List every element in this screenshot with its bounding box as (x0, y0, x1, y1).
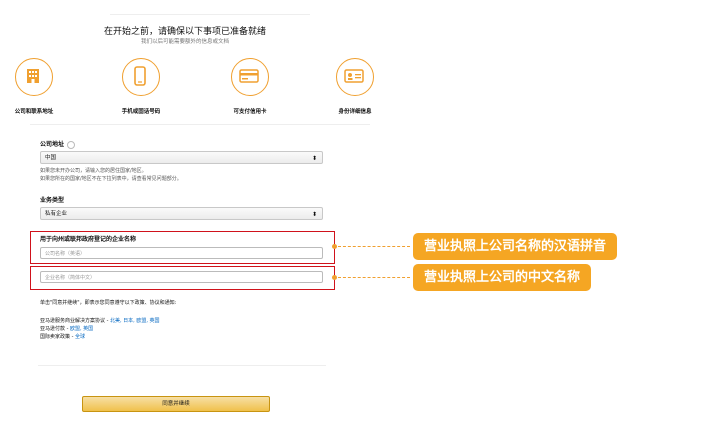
connector-line (338, 277, 410, 278)
policy-list: 亚马逊服务商业解决方案协议 - 北美, 日本, 欧盟, 英国 亚马逊付款 - 欧… (40, 317, 160, 341)
policy-item: 亚马逊付款 - 欧盟, 英国 (40, 326, 94, 332)
step-identity-details: 身份详细信息 (315, 58, 395, 115)
step-label: 公司和联系地址 (14, 109, 54, 115)
policy-link[interactable]: 北美, 日本, 欧盟, 英国 (110, 318, 160, 324)
address-label: 公司地址 (40, 139, 76, 149)
step-label: 身份详细信息 (338, 109, 372, 115)
connector-line (338, 246, 410, 247)
policy-link[interactable]: 全球 (75, 334, 85, 340)
step-label: 可支付信用卡 (233, 109, 267, 115)
id-card-icon (336, 58, 374, 96)
policy-item: 国际卖家政策 - 全球 (40, 334, 85, 340)
business-type-select[interactable]: 私有企业 ⬍ (40, 207, 323, 220)
country-select[interactable]: 中国 ⬍ (40, 151, 323, 164)
company-name-chinese-input[interactable]: 企业名称（简体中文） (40, 271, 323, 283)
policy-item: 亚马逊服务商业解决方案协议 - 北美, 日本, 欧盟, 英国 (40, 318, 160, 324)
credit-card-icon (231, 58, 269, 96)
agreement-text: 单击"同意并继续"，即表示您同意遵守以下政策、协议和通知: (40, 300, 177, 306)
building-icon (15, 58, 53, 96)
page-subtitle: 我们以后可能需要额外的信息或文档 (140, 39, 229, 45)
step-credit-card: 可支付信用卡 (210, 58, 290, 115)
phone-icon (122, 58, 160, 96)
pinyin-callout: 营业执照上公司名称的汉语拼音 (413, 233, 618, 260)
step-phone-number: 手机或固话号码 (101, 58, 181, 115)
business-type-label: 业务类型 (40, 197, 65, 204)
connector-dot (332, 275, 337, 280)
step-company-address: 公司和联系地址 (0, 58, 74, 115)
company-name-pinyin-input[interactable]: 公司名称（英语） (40, 247, 323, 259)
chinese-callout: 营业执照上公司的中文名称 (413, 264, 592, 291)
section-divider (38, 365, 326, 366)
section-divider (30, 124, 370, 125)
help-icon[interactable] (67, 140, 76, 149)
select-caret-icon: ⬍ (311, 155, 317, 162)
select-caret-icon: ⬍ (311, 211, 317, 218)
legal-name-label: 用于向州或联邦政府登记的企业名称 (40, 236, 137, 243)
header-divider (110, 14, 310, 15)
policy-link[interactable]: 欧盟, 英国 (70, 326, 93, 332)
page-title: 在开始之前，请确保以下事项已准备就绪 (103, 27, 266, 37)
country-note: 如果您未开办公司，请输入您的居住国家/地区。 如果您所在的国家/地区不在下拉列表… (40, 168, 182, 182)
connector-dot (332, 244, 337, 249)
step-label: 手机或固话号码 (121, 109, 161, 115)
agree-continue-button[interactable]: 同意并继续 (82, 396, 270, 412)
